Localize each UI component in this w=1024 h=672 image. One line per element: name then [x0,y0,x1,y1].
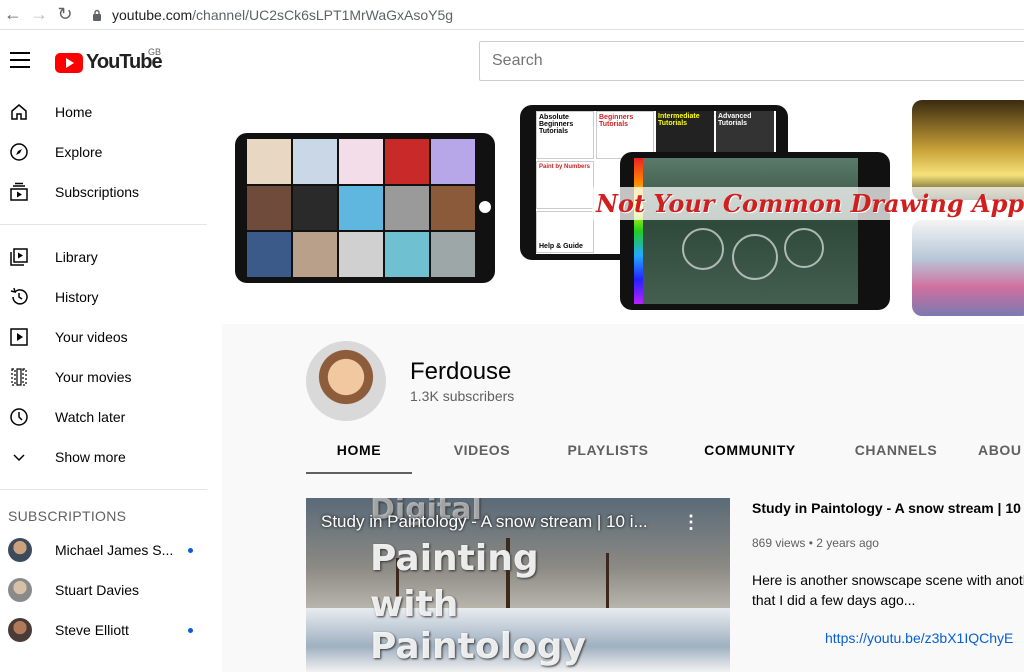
channel-avatar[interactable] [306,341,386,421]
tile-help-guide: Help & Guide [536,211,594,253]
sidebar: Home Explore Subscriptions Library Histo… [0,92,222,672]
url-path: /channel/UC2sCk6sLPT1MrWaGxAsoY5g [192,6,454,23]
sidebar-item-label: Home [55,104,93,120]
video-link[interactable]: https://youtu.be/z3bX1IQChyE [825,630,1013,646]
subscriber-count: 1.3K subscribers [410,388,515,404]
youtube-logo[interactable]: YouTube GB [55,47,163,74]
url-host: youtube.com [112,6,193,23]
subscriptions-icon [8,181,30,203]
sidebar-item-label: Library [55,249,98,265]
subscription-label: Steve Elliott [55,622,129,638]
compass-icon [8,141,30,163]
upload-age: 2 years ago [816,536,879,550]
overlay-text-paintology: Paintology [370,626,586,667]
avatar [8,618,32,642]
your-videos-icon [8,326,30,348]
library-icon [8,246,30,268]
channel-banner: Absolute Beginners Tutorials Beginners T… [222,92,1024,324]
sidebar-item-your-videos[interactable]: Your videos [0,317,222,357]
tile-paint-by-numbers: Paint by Numbers [536,161,594,209]
video-description: Here is another snowscape scene with ano… [752,572,1024,608]
subscription-item[interactable]: Stuart Davies [0,570,222,610]
play-logo-icon [55,52,83,73]
lock-icon [93,9,101,21]
youtube-header: YouTube GB [0,30,1024,92]
sidebar-item-label: Show more [55,449,126,465]
tab-home[interactable]: HOME [306,430,412,474]
tab-playlists[interactable]: PLAYLISTS [552,430,664,474]
sidebar-item-label: Your videos [55,329,128,345]
search-input[interactable] [479,41,1024,81]
sidebar-item-label: Your movies [55,369,132,385]
sidebar-item-explore[interactable]: Explore [0,132,222,172]
sidebar-item-watch-later[interactable]: Watch later [0,397,222,437]
back-icon[interactable]: ← [0,0,26,30]
subscription-label: Stuart Davies [55,582,140,598]
film-icon [8,366,30,388]
view-count: 869 views [752,536,806,550]
sidebar-divider [0,489,207,490]
avatar [8,578,32,602]
tab-videos[interactable]: VIDEOS [426,430,538,474]
overlay-text-painting: Painting [370,538,539,579]
sidebar-item-label: Explore [55,144,103,160]
overlay-text-with: with [370,584,459,625]
channel-tabs: HOME VIDEOS PLAYLISTS COMMUNITY CHANNELS… [306,430,1021,474]
avatar [8,538,32,562]
video-title[interactable]: Study in Paintology - A snow stream | 10… [752,500,1024,516]
video-thumb-title[interactable]: Study in Paintology - A snow stream | 10… [321,512,648,532]
channel-header: Ferdouse 1.3K subscribers HOME VIDEOS PL… [222,324,1024,474]
meta-separator: • [808,536,813,550]
sidebar-item-label: Subscriptions [55,184,140,200]
subscription-item[interactable]: Michael James S... [0,530,222,570]
home-button [479,201,491,213]
banner-slogan: Not Your Common Drawing App! [592,187,1024,220]
more-options-icon[interactable]: ⋮ [682,512,700,533]
phone-mockup-painting [620,152,890,310]
address-field[interactable]: youtube.com/channel/UC2sCk6sLPT1MrWaGxAs… [92,3,453,27]
new-content-dot [188,548,193,553]
subscriptions-heading: SUBSCRIPTIONS [8,508,127,524]
forward-icon[interactable]: → [26,0,52,30]
tab-community[interactable]: COMMUNITY [694,430,806,474]
reload-icon[interactable]: ↻ [52,0,78,30]
artwork-grid [247,139,475,277]
sidebar-item-subscriptions[interactable]: Subscriptions [0,172,222,212]
video-player[interactable]: Digital Painting with Paintology Study i… [306,498,730,672]
channel-name: Ferdouse [410,358,512,385]
region-label: GB [148,47,162,57]
sidebar-divider [0,224,207,225]
painting-screen [634,158,878,304]
sidebar-item-home[interactable]: Home [0,92,222,132]
home-icon [8,101,30,123]
sidebar-item-label: Watch later [55,409,126,425]
home-content: Digital Painting with Paintology Study i… [222,474,1024,672]
tile-absolute-beginners: Absolute Beginners Tutorials [536,111,594,159]
sidebar-item-show-more[interactable]: Show more [0,437,222,477]
sidebar-item-history[interactable]: History [0,277,222,317]
sidebar-item-label: History [55,289,99,305]
browser-url-bar: ← → ↻ youtube.com/channel/UC2sCk6sLPT1Mr… [0,0,1024,30]
hamburger-menu-icon[interactable] [10,52,30,68]
subscription-label: Michael James S... [55,542,174,558]
sidebar-item-your-movies[interactable]: Your movies [0,357,222,397]
sidebar-item-library[interactable]: Library [0,237,222,277]
artwork-sunset [912,100,1024,200]
subscription-item[interactable]: Steve Elliott [0,610,222,650]
tab-about[interactable]: ABOU [978,430,1021,474]
new-content-dot [188,628,193,633]
history-icon [8,286,30,308]
clock-icon [8,406,30,428]
video-meta: 869 views • 2 years ago [752,536,879,550]
phone-mockup-left [235,133,495,283]
tab-channels[interactable]: CHANNELS [840,430,952,474]
chevron-down-icon [8,446,30,468]
artwork-street [912,220,1024,316]
